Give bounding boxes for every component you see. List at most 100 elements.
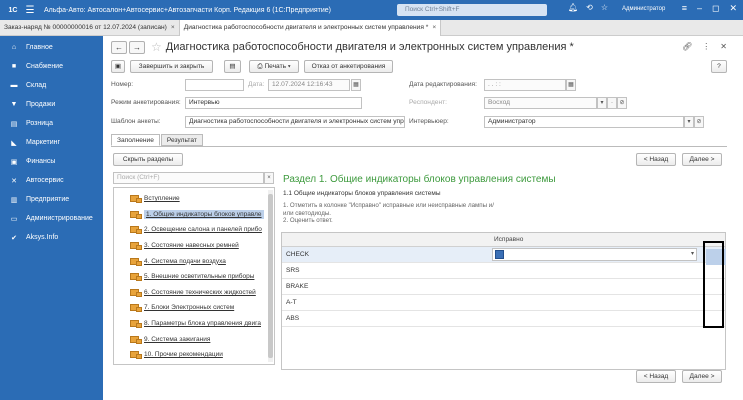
- back-arrow-icon[interactable]: ←: [111, 40, 127, 54]
- tree-item-label: Вступление: [144, 195, 180, 203]
- minimize-icon[interactable]: –: [697, 3, 702, 14]
- row-label: ABS: [286, 315, 300, 322]
- folder-icon: [130, 304, 142, 313]
- barcode-icon[interactable]: ▤: [224, 60, 241, 73]
- interviewer-open-icon[interactable]: ⊘: [694, 116, 704, 128]
- finance-icon: ▣: [10, 158, 18, 166]
- interviewer-dropdown-icon[interactable]: ▾: [684, 116, 694, 128]
- bell-icon[interactable]: 🔔︎: [568, 3, 578, 12]
- interviewer-field[interactable]: Администратор: [484, 116, 684, 128]
- maximize-icon[interactable]: ◻: [712, 3, 719, 14]
- number-field[interactable]: [185, 79, 244, 91]
- tree-item-label: 9. Система зажигания: [144, 335, 211, 343]
- sidebar-item-enterprise[interactable]: ▥ Предприятие: [0, 190, 103, 209]
- section-title: Раздел 1. Общие индикаторы блоков управл…: [283, 174, 556, 185]
- sidebar-item-finance[interactable]: ▣ Финансы: [0, 152, 103, 171]
- answer-cell[interactable]: ▾: [492, 248, 697, 261]
- current-user[interactable]: Администратор: [622, 6, 665, 12]
- close-icon[interactable]: ✕: [729, 3, 737, 14]
- sidebar-item-aksys[interactable]: ✔ Aksys.Info: [0, 228, 103, 247]
- chevron-down-icon[interactable]: ▾: [691, 250, 694, 257]
- tree-item[interactable]: 7. Блоки Электронных систем: [114, 300, 274, 316]
- sidebar-item-autoservice[interactable]: ✕ Автосервис: [0, 171, 103, 190]
- clear-search-icon[interactable]: ×: [264, 172, 274, 184]
- row-label: A-T: [286, 299, 297, 306]
- date-field[interactable]: 12.07.2024 12:16:43: [268, 79, 350, 91]
- respondent-clear-icon[interactable]: ·: [607, 97, 617, 109]
- sidebar-item-admin[interactable]: ▭ Администрирование: [0, 209, 103, 228]
- tree-item-label: 7. Блоки Электронных систем: [144, 304, 235, 312]
- close-tab-icon[interactable]: ×: [171, 24, 175, 31]
- close-form-icon[interactable]: ✕: [720, 42, 727, 51]
- favorite-star-icon[interactable]: ☆: [151, 40, 162, 54]
- more-icon[interactable]: ⋮: [702, 42, 710, 51]
- next-button[interactable]: Далее >: [682, 153, 722, 166]
- back-button[interactable]: < Назад: [636, 153, 676, 166]
- form-tabs: Заполнение Результат: [111, 134, 204, 146]
- instruction-2: 2. Оценить ответ.: [283, 217, 333, 224]
- refuse-survey-button[interactable]: Отказ от анкетирования: [304, 60, 393, 73]
- tree-item-label: 1. Общие индикаторы блоков управле: [144, 209, 264, 219]
- folder-icon: [130, 288, 142, 297]
- next-button-bottom[interactable]: Далее >: [682, 370, 722, 383]
- app-logo: 1С: [8, 6, 18, 14]
- template-field[interactable]: Диагностика работоспособности двигателя …: [185, 116, 405, 128]
- edit-date-field[interactable]: . . : :: [484, 79, 566, 91]
- tree-item[interactable]: 4. Система подачи воздуха: [114, 253, 274, 269]
- table-row[interactable]: ABS: [282, 311, 725, 327]
- date-calendar-icon[interactable]: ▦: [351, 79, 361, 91]
- history-icon[interactable]: ⟲: [586, 3, 593, 12]
- tree-item[interactable]: 9. Система зажигания: [114, 331, 274, 347]
- sidebar-item-warehouse[interactable]: ▬ Склад: [0, 76, 103, 95]
- tab-diagnostics[interactable]: Диагностика работоспособности двигателя …: [179, 20, 442, 36]
- tree-scroll-thumb[interactable]: [268, 194, 273, 358]
- respondent-open-icon[interactable]: ⊘: [617, 97, 627, 109]
- sidebar-item-label: Розница: [26, 120, 54, 127]
- respondent-dropdown-icon[interactable]: ▾: [597, 97, 607, 109]
- table-row[interactable]: A-T: [282, 295, 725, 311]
- link-icon[interactable]: 🔗︎: [682, 42, 692, 51]
- tree-item[interactable]: 3. Состояние навесных ремней: [114, 238, 274, 254]
- close-tab-icon[interactable]: ×: [432, 24, 436, 31]
- tree-scrollbar[interactable]: [268, 190, 273, 362]
- sidebar-item-supply[interactable]: ■ Снабжение: [0, 57, 103, 76]
- tab-order[interactable]: Заказ-наряд № 00000000016 от 12.07.2024 …: [0, 20, 180, 36]
- tree-item[interactable]: 8. Параметры блока управления двига: [114, 316, 274, 332]
- main-menu-icon[interactable]: ☰: [22, 5, 38, 16]
- sidebar-item-sales[interactable]: ▼ Продажи: [0, 95, 103, 114]
- respondent-label: Респондент:: [409, 99, 447, 106]
- print-label: Печать: [264, 63, 287, 70]
- tree-item-label: 4. Система подачи воздуха: [144, 257, 226, 265]
- edit-date-calendar-icon[interactable]: ▦: [566, 79, 576, 91]
- table-row[interactable]: SRS: [282, 263, 725, 279]
- respondent-field[interactable]: Восход: [484, 97, 597, 109]
- help-button[interactable]: ?: [711, 60, 727, 73]
- tree-item[interactable]: 5. Внешние осветительные приборы: [114, 269, 274, 285]
- print-button[interactable]: ⎙ Печать ▾: [249, 60, 299, 73]
- save-icon[interactable]: ▣: [111, 60, 125, 73]
- tree-item-label: 6. Состояние технических жидкостей: [144, 288, 256, 296]
- sidebar-item-marketing[interactable]: ◣ Маркетинг: [0, 133, 103, 152]
- tree-item[interactable]: 10. Прочие рекомендации: [114, 347, 274, 363]
- tree-item[interactable]: Вступление: [114, 191, 274, 207]
- tab-filling[interactable]: Заполнение: [111, 134, 160, 146]
- sidebar-item-retail[interactable]: ▤ Розница: [0, 114, 103, 133]
- forward-arrow-icon[interactable]: →: [129, 40, 145, 54]
- sections-search-input[interactable]: Поиск (Ctrl+F): [113, 172, 264, 184]
- tree-item[interactable]: 6. Состояние технических жидкостей: [114, 285, 274, 301]
- hide-sections-button[interactable]: Скрыть разделы: [113, 153, 183, 166]
- global-search-input[interactable]: Поиск Ctrl+Shift+F: [397, 4, 547, 16]
- settings-icon[interactable]: ≡: [682, 3, 687, 14]
- back-button-bottom[interactable]: < Назад: [636, 370, 676, 383]
- mode-field[interactable]: Интервью: [185, 97, 362, 109]
- tab-result[interactable]: Результат: [160, 134, 203, 146]
- tree-item-label: 2. Освещение салона и панелей прибо: [144, 226, 262, 234]
- sidebar-item-main[interactable]: ⌂ Главное: [0, 38, 103, 57]
- table-row[interactable]: CHECK ▾: [282, 247, 725, 263]
- tree-item[interactable]: 1. Общие индикаторы блоков управле: [114, 207, 274, 223]
- star-icon[interactable]: ☆: [601, 3, 608, 12]
- save-close-button[interactable]: Завершить и закрыть: [130, 60, 213, 73]
- tree-item[interactable]: 2. Освещение салона и панелей прибо: [114, 222, 274, 238]
- table-row[interactable]: BRAKE: [282, 279, 725, 295]
- checkbox-icon[interactable]: [495, 250, 504, 259]
